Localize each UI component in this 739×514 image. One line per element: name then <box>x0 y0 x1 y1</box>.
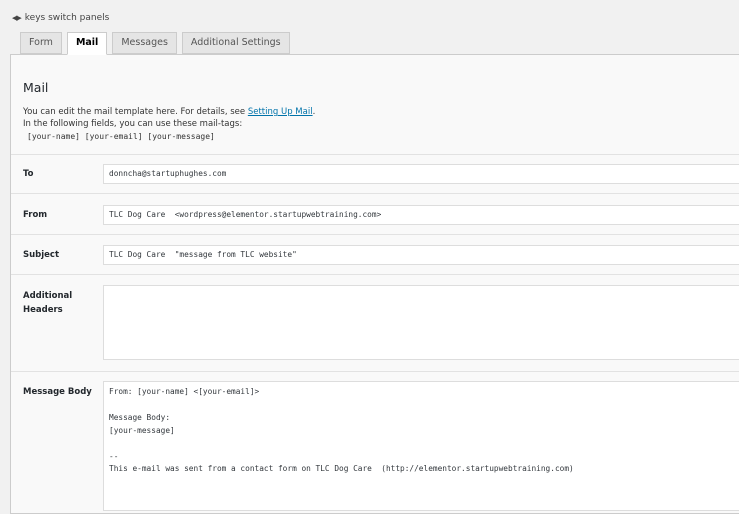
to-input[interactable]: donncha@startuphughes.com <box>103 164 739 184</box>
arrows-left-right-icon: ◀▶ <box>12 14 22 22</box>
subject-input[interactable]: TLC Dog Care "message from TLC website" <box>103 245 739 265</box>
keyboard-hint: ◀▶ keys switch panels <box>12 13 109 23</box>
mail-tags: [your-name] [your-email] [your-message] <box>27 132 215 141</box>
mail-panel: Mail You can edit the mail template here… <box>10 54 739 514</box>
desc-line1-suffix: . <box>312 107 316 117</box>
from-input[interactable]: TLC Dog Care <wordpress@elementor.startu… <box>103 205 739 225</box>
panel-title: Mail <box>23 80 49 95</box>
additional-headers-textarea[interactable] <box>103 285 739 360</box>
divider <box>11 274 739 275</box>
message-body-textarea[interactable]: From: [your-name] <[your-email]> Message… <box>103 381 739 511</box>
divider <box>11 193 739 194</box>
tab-messages[interactable]: Messages <box>112 32 177 54</box>
message-body-label: Message Body <box>23 387 92 397</box>
divider <box>11 234 739 235</box>
tab-bar: Form Mail Messages Additional Settings <box>20 32 295 55</box>
divider <box>11 371 739 372</box>
tab-mail[interactable]: Mail <box>66 32 108 55</box>
desc-line1-prefix: You can edit the mail template here. For… <box>23 107 248 117</box>
panel-description: You can edit the mail template here. For… <box>23 106 315 130</box>
tab-form[interactable]: Form <box>20 32 62 54</box>
keyboard-hint-text: keys switch panels <box>24 13 110 23</box>
from-label: From <box>23 210 48 220</box>
divider <box>11 154 739 155</box>
additional-headers-label-line2: Headers <box>23 305 63 315</box>
setting-up-mail-link[interactable]: Setting Up Mail <box>248 107 313 117</box>
desc-line2: In the following fields, you can use the… <box>23 119 243 129</box>
tab-additional-settings[interactable]: Additional Settings <box>181 32 290 54</box>
to-label: To <box>23 169 34 179</box>
additional-headers-label: Additional Headers <box>23 289 72 317</box>
subject-label: Subject <box>23 250 60 260</box>
additional-headers-label-line1: Additional <box>23 291 73 301</box>
